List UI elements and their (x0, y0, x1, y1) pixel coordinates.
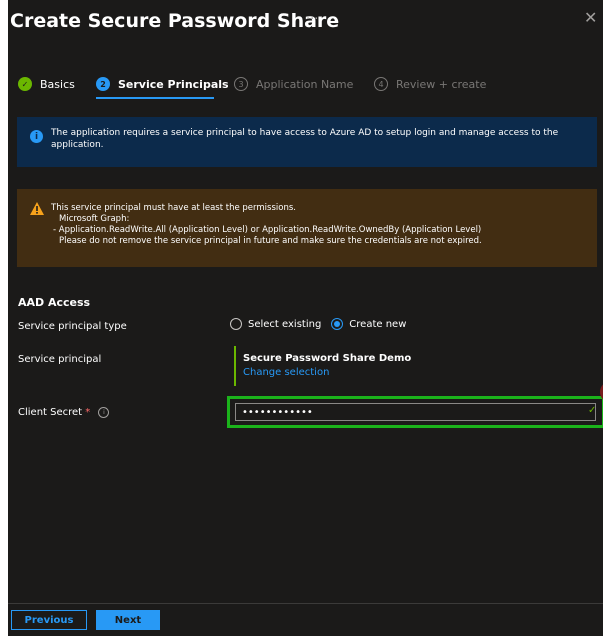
client-secret-input[interactable] (235, 403, 596, 421)
radio-unchecked-icon (230, 318, 242, 330)
step-label: Review + create (396, 77, 487, 91)
checkmark-icon: ✓ (18, 77, 32, 91)
page-title: Create Secure Password Share (10, 10, 340, 32)
footer-divider (8, 603, 603, 604)
warning-message: This service principal must have at leas… (17, 189, 597, 267)
next-button[interactable]: Next (96, 610, 160, 630)
warning-icon (30, 202, 44, 215)
more-options-icon[interactable]: ··· (306, 12, 318, 27)
step-number-icon: 4 (374, 77, 388, 91)
step-application-name[interactable]: 3 Application Name (234, 77, 353, 91)
radio-checked-icon (331, 318, 344, 330)
sp-name: Secure Password Share Demo (243, 353, 412, 364)
step-label: Basics (40, 77, 75, 91)
step-service-principals[interactable]: 2 Service Principals (96, 77, 229, 91)
step-label: Service Principals (118, 77, 229, 91)
step-label: Application Name (256, 77, 354, 91)
previous-button[interactable]: Previous (11, 610, 87, 630)
sp-label: Service principal (18, 354, 102, 365)
aad-access-heading: AAD Access (18, 296, 91, 309)
step-review-create[interactable]: 4 Review + create (374, 77, 486, 91)
warning-line: - Application.ReadWrite.All (Application… (53, 225, 482, 235)
service-principal-selection: Secure Password Share Demo Change select… (234, 346, 411, 386)
info-icon: i (30, 130, 43, 143)
radio-create-new[interactable]: Create new (331, 318, 406, 330)
change-selection-link[interactable]: Change selection (243, 367, 411, 378)
close-icon[interactable]: ✕ (584, 8, 597, 27)
required-marker: * (85, 407, 91, 418)
warning-line: This service principal must have at leas… (51, 203, 296, 213)
radio-label: Select existing (248, 318, 322, 330)
client-secret-label-text: Client Secret (18, 407, 83, 418)
info-circle-icon[interactable]: i (98, 407, 110, 418)
warning-line: Please do not remove the service princip… (59, 236, 482, 246)
warning-line: Microsoft Graph: (59, 214, 130, 224)
radio-label: Create new (349, 318, 407, 330)
step-basics[interactable]: ✓ Basics (18, 77, 75, 91)
sp-type-label: Service principal type (18, 321, 127, 332)
create-password-share-panel: Create Secure Password Share ··· ✕ ✓ Bas… (8, 0, 603, 636)
client-secret-label: Client Secret * i (18, 407, 110, 418)
active-step-indicator (96, 97, 214, 99)
sp-type-radio-group: Select existing Create new (230, 318, 416, 330)
valid-check-icon: ✓ (588, 405, 597, 416)
info-text: The application requires a service princ… (51, 128, 559, 150)
info-message: i The application requires a service pri… (17, 117, 597, 167)
step-number-icon: 3 (234, 77, 248, 91)
step-number-icon: 2 (96, 77, 110, 91)
radio-select-existing[interactable]: Select existing (230, 318, 321, 330)
